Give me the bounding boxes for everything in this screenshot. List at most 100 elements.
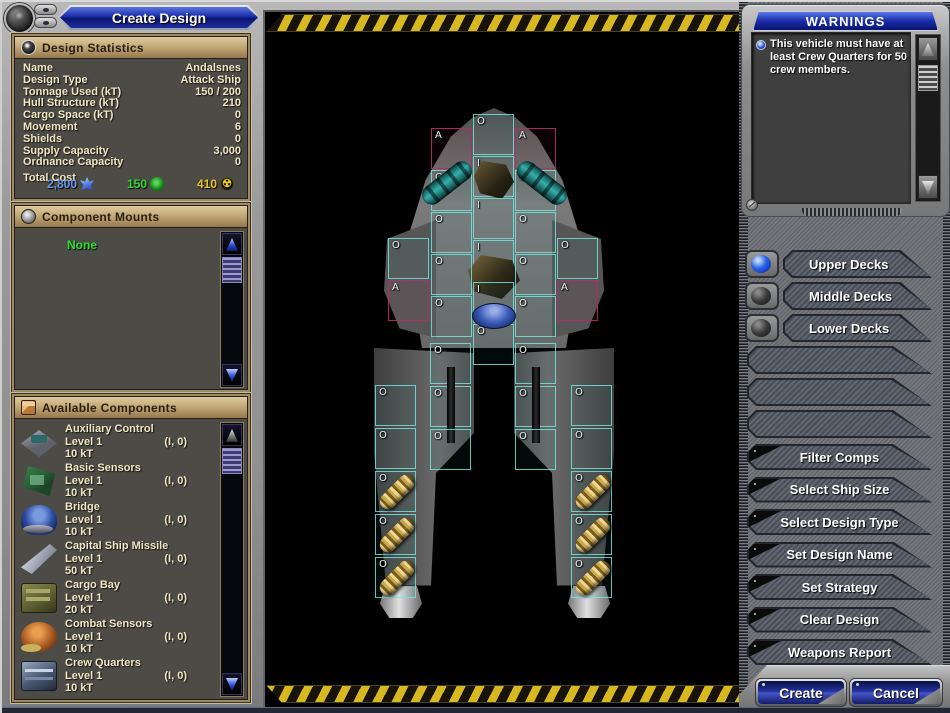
component-list: Auxiliary ControlLevel 110 kT(I, 0)Basic… <box>15 423 221 697</box>
warnings-scroll-thumb[interactable] <box>918 65 938 91</box>
ship-slot-slot[interactable]: I <box>473 156 514 197</box>
stat-row: Movement6 <box>15 122 247 134</box>
component-slot-info: (I, 0) <box>164 553 187 565</box>
slot-label: O <box>575 516 583 527</box>
stat-row: Ordnance Capacity0 <box>15 157 247 169</box>
available-components-header: Available Components <box>15 397 247 419</box>
component-item-crew-quarters[interactable]: Crew QuartersLevel 110 kT(I, 0) <box>15 657 221 696</box>
ship-slot-slot[interactable]: O <box>557 238 598 279</box>
component-name: Combat Sensors <box>65 618 152 631</box>
ship-slot-slot[interactable]: O <box>388 238 429 279</box>
slot-label: O <box>575 430 583 441</box>
ship-slot-slot[interactable]: O <box>571 557 612 598</box>
stat-value: 6 <box>235 122 241 134</box>
create-button[interactable]: Create <box>755 678 847 707</box>
component-text: Auxiliary ControlLevel 110 kT <box>65 423 154 460</box>
slot-label: A <box>561 282 568 293</box>
ship-slot-slot[interactable]: O <box>473 324 514 365</box>
deck-led-upper-decks[interactable] <box>745 250 779 278</box>
radioactive-cost: 410☢ <box>197 177 234 191</box>
component-text: Cargo BayLevel 120 kT <box>65 579 120 616</box>
component-level: Level 1 <box>65 592 120 604</box>
ship-slot-slot[interactable]: O <box>571 428 612 469</box>
ship-slot-slot[interactable]: O <box>375 428 416 469</box>
statistics-icon <box>21 40 36 55</box>
component-item-bridge[interactable]: BridgeLevel 110 kT(I, 0) <box>15 501 221 540</box>
component-size: 10 kT <box>65 487 141 499</box>
stat-value: Attack Ship <box>180 75 241 87</box>
hazard-stripe-top <box>266 14 742 32</box>
ship-slot-slot[interactable]: O <box>515 296 556 337</box>
mounts-scroll-up-icon[interactable] <box>222 233 242 255</box>
ship-slot-slot[interactable]: O <box>515 386 556 427</box>
ship-slot-slot[interactable]: O <box>430 386 471 427</box>
stat-value: 0 <box>235 134 241 146</box>
capital-ship-missile-icon <box>21 544 57 574</box>
mounts-scroll-thumb[interactable] <box>222 257 242 283</box>
ship-slot-slot[interactable]: O <box>473 114 514 155</box>
component-item-cargo-bay[interactable]: Cargo BayLevel 120 kT (I, 0) <box>15 579 221 618</box>
panel-vent-detail <box>802 208 902 216</box>
components-scroll-up-icon[interactable] <box>222 424 242 446</box>
available-components-panel: Available Components Auxiliary ControlLe… <box>14 396 248 700</box>
warnings-title-bar: WARNINGS <box>753 11 938 31</box>
ship-slot-slot[interactable]: I <box>473 240 514 281</box>
deck-led-middle-decks[interactable] <box>745 282 779 310</box>
warning-text: This vehicle must have at least Crew Qua… <box>770 38 908 77</box>
component-mounts-header: Component Mounts <box>15 206 247 228</box>
ship-slot-slot[interactable]: O <box>375 471 416 512</box>
components-scroll-thumb[interactable] <box>222 448 242 474</box>
slot-label: O <box>434 345 442 356</box>
ship-slot-armor[interactable]: A <box>557 280 598 321</box>
total-cost-row: 2,800 150 410☢ <box>15 177 247 193</box>
cancel-button[interactable]: Cancel <box>849 678 943 707</box>
deck-led-lower-decks[interactable] <box>745 314 779 342</box>
ship-slot-slot[interactable]: O <box>571 471 612 512</box>
ship-slot-slot[interactable]: O <box>375 385 416 426</box>
component-slot-info: (I, 0) <box>164 514 187 526</box>
auxiliary-control-icon <box>21 427 57 457</box>
ship-slot-slot[interactable]: O <box>431 212 472 253</box>
ship-slot-slot[interactable]: O <box>571 385 612 426</box>
component-name: Basic Sensors <box>65 462 141 475</box>
ship-slot-slot[interactable]: O <box>515 212 556 253</box>
ship-slot-slot[interactable]: O <box>515 254 556 295</box>
component-text: Basic SensorsLevel 110 kT <box>65 462 141 499</box>
help-pill-button[interactable] <box>34 17 57 28</box>
component-item-basic-sensors[interactable]: Basic SensorsLevel 110 kT(I, 0) <box>15 462 221 501</box>
window-title: Create Design <box>112 10 206 26</box>
component-name: Bridge <box>65 501 102 514</box>
slot-label: A <box>519 130 526 141</box>
ship-slot-slot[interactable]: O <box>431 254 472 295</box>
organics-icon <box>150 177 164 191</box>
ship-slot-slot[interactable]: O <box>515 170 556 211</box>
warnings-scroll-up-icon[interactable] <box>918 37 938 61</box>
component-item-capital-ship-missile[interactable]: Capital Ship MissileLevel 150 kT(I, 0) <box>15 540 221 579</box>
ship-slot-slot[interactable]: O <box>431 170 472 211</box>
component-slot-info: (I, 0) <box>164 592 187 604</box>
ship-slot-slot[interactable]: O <box>431 296 472 337</box>
ship-slot-slot[interactable]: O <box>430 429 471 470</box>
component-name: Cargo Bay <box>65 579 120 592</box>
component-level: Level 1 <box>65 670 141 682</box>
ship-slot-slot[interactable]: O <box>375 514 416 555</box>
slot-label: O <box>575 559 583 570</box>
components-scroll-down-icon[interactable] <box>222 673 242 695</box>
ship-slot-slot[interactable]: O <box>571 514 612 555</box>
mounts-scroll-down-icon[interactable] <box>222 364 242 386</box>
slot-label: O <box>519 256 527 267</box>
ship-slot-slot[interactable]: I <box>473 198 514 239</box>
mounts-empty-label: None <box>67 238 97 252</box>
component-item-auxiliary-control[interactable]: Auxiliary ControlLevel 110 kT(I, 0) <box>15 423 221 462</box>
minimize-pill-button[interactable] <box>34 4 57 15</box>
ship-slot-slot[interactable]: O <box>515 429 556 470</box>
ship-slot-slot[interactable]: O <box>375 557 416 598</box>
warnings-scroll-down-icon[interactable] <box>918 175 938 199</box>
component-item-combat-sensors[interactable]: Combat SensorsLevel 110 kT(I, 0) <box>15 618 221 657</box>
ship-slot-armor[interactable]: A <box>388 280 429 321</box>
stat-row: Shields0 <box>15 134 247 146</box>
menu-orb-icon[interactable] <box>4 3 35 34</box>
design-statistics-header: Design Statistics <box>15 37 247 59</box>
component-name: Auxiliary Control <box>65 423 154 436</box>
slot-label: O <box>434 431 442 442</box>
